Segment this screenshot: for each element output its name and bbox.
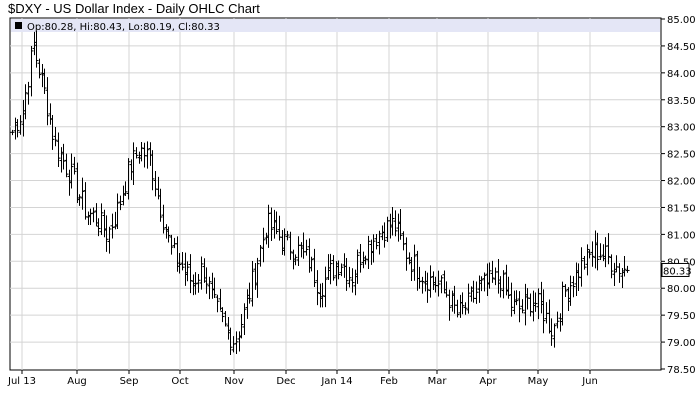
ohlc-legend-text: Op:80.28, Hi:80.43, Lo:80.19, Cl:80.33 xyxy=(27,22,220,33)
y-axis-ticks: 85.00 84.50 84.00 83.50 83.00 82.50 82.00 81.50… xyxy=(661,15,696,376)
x-tick-label: Aug xyxy=(67,376,87,387)
x-axis-ticks: Jul 13 Aug Sep Oct Nov Dec Jan 14 Feb Mar Apr May J… xyxy=(7,370,598,387)
x-tick-label: Dec xyxy=(276,376,295,387)
x-tick-label: Jul 13 xyxy=(7,376,36,387)
x-tick-label: Feb xyxy=(380,376,398,387)
y-tick-label: 81.50 xyxy=(667,203,696,214)
last-price-label: 80.33 xyxy=(663,266,692,277)
y-tick-label: 78.50 xyxy=(667,365,696,376)
x-tick-label: Jan 14 xyxy=(320,376,352,387)
x-tick-label: Apr xyxy=(479,376,497,387)
x-tick-label: Oct xyxy=(171,376,188,387)
y-tick-label: 83.00 xyxy=(667,123,696,134)
y-tick-label: 82.00 xyxy=(667,177,696,188)
y-tick-label: 79.50 xyxy=(667,311,696,322)
y-tick-label: 84.50 xyxy=(667,42,696,53)
y-tick-label: 80.00 xyxy=(667,284,696,295)
y-tick-label: 84.00 xyxy=(667,69,696,80)
x-tick-label: Sep xyxy=(120,376,139,387)
info-square-icon xyxy=(15,22,22,29)
y-tick-label: 81.00 xyxy=(667,230,696,241)
x-tick-label: Nov xyxy=(224,376,244,387)
y-tick-label: 79.00 xyxy=(667,338,696,349)
ohlc-chart: Op:80.28, Hi:80.43, Lo:80.19, Cl:80.33 8… xyxy=(7,15,696,387)
plot-background xyxy=(9,17,662,371)
x-tick-label: Jun xyxy=(581,376,598,387)
y-tick-label: 82.50 xyxy=(667,150,696,161)
y-tick-label: 85.00 xyxy=(667,15,696,26)
x-tick-label: Mar xyxy=(428,376,448,387)
y-tick-label: 83.50 xyxy=(667,96,696,107)
x-tick-label: May xyxy=(528,376,549,387)
